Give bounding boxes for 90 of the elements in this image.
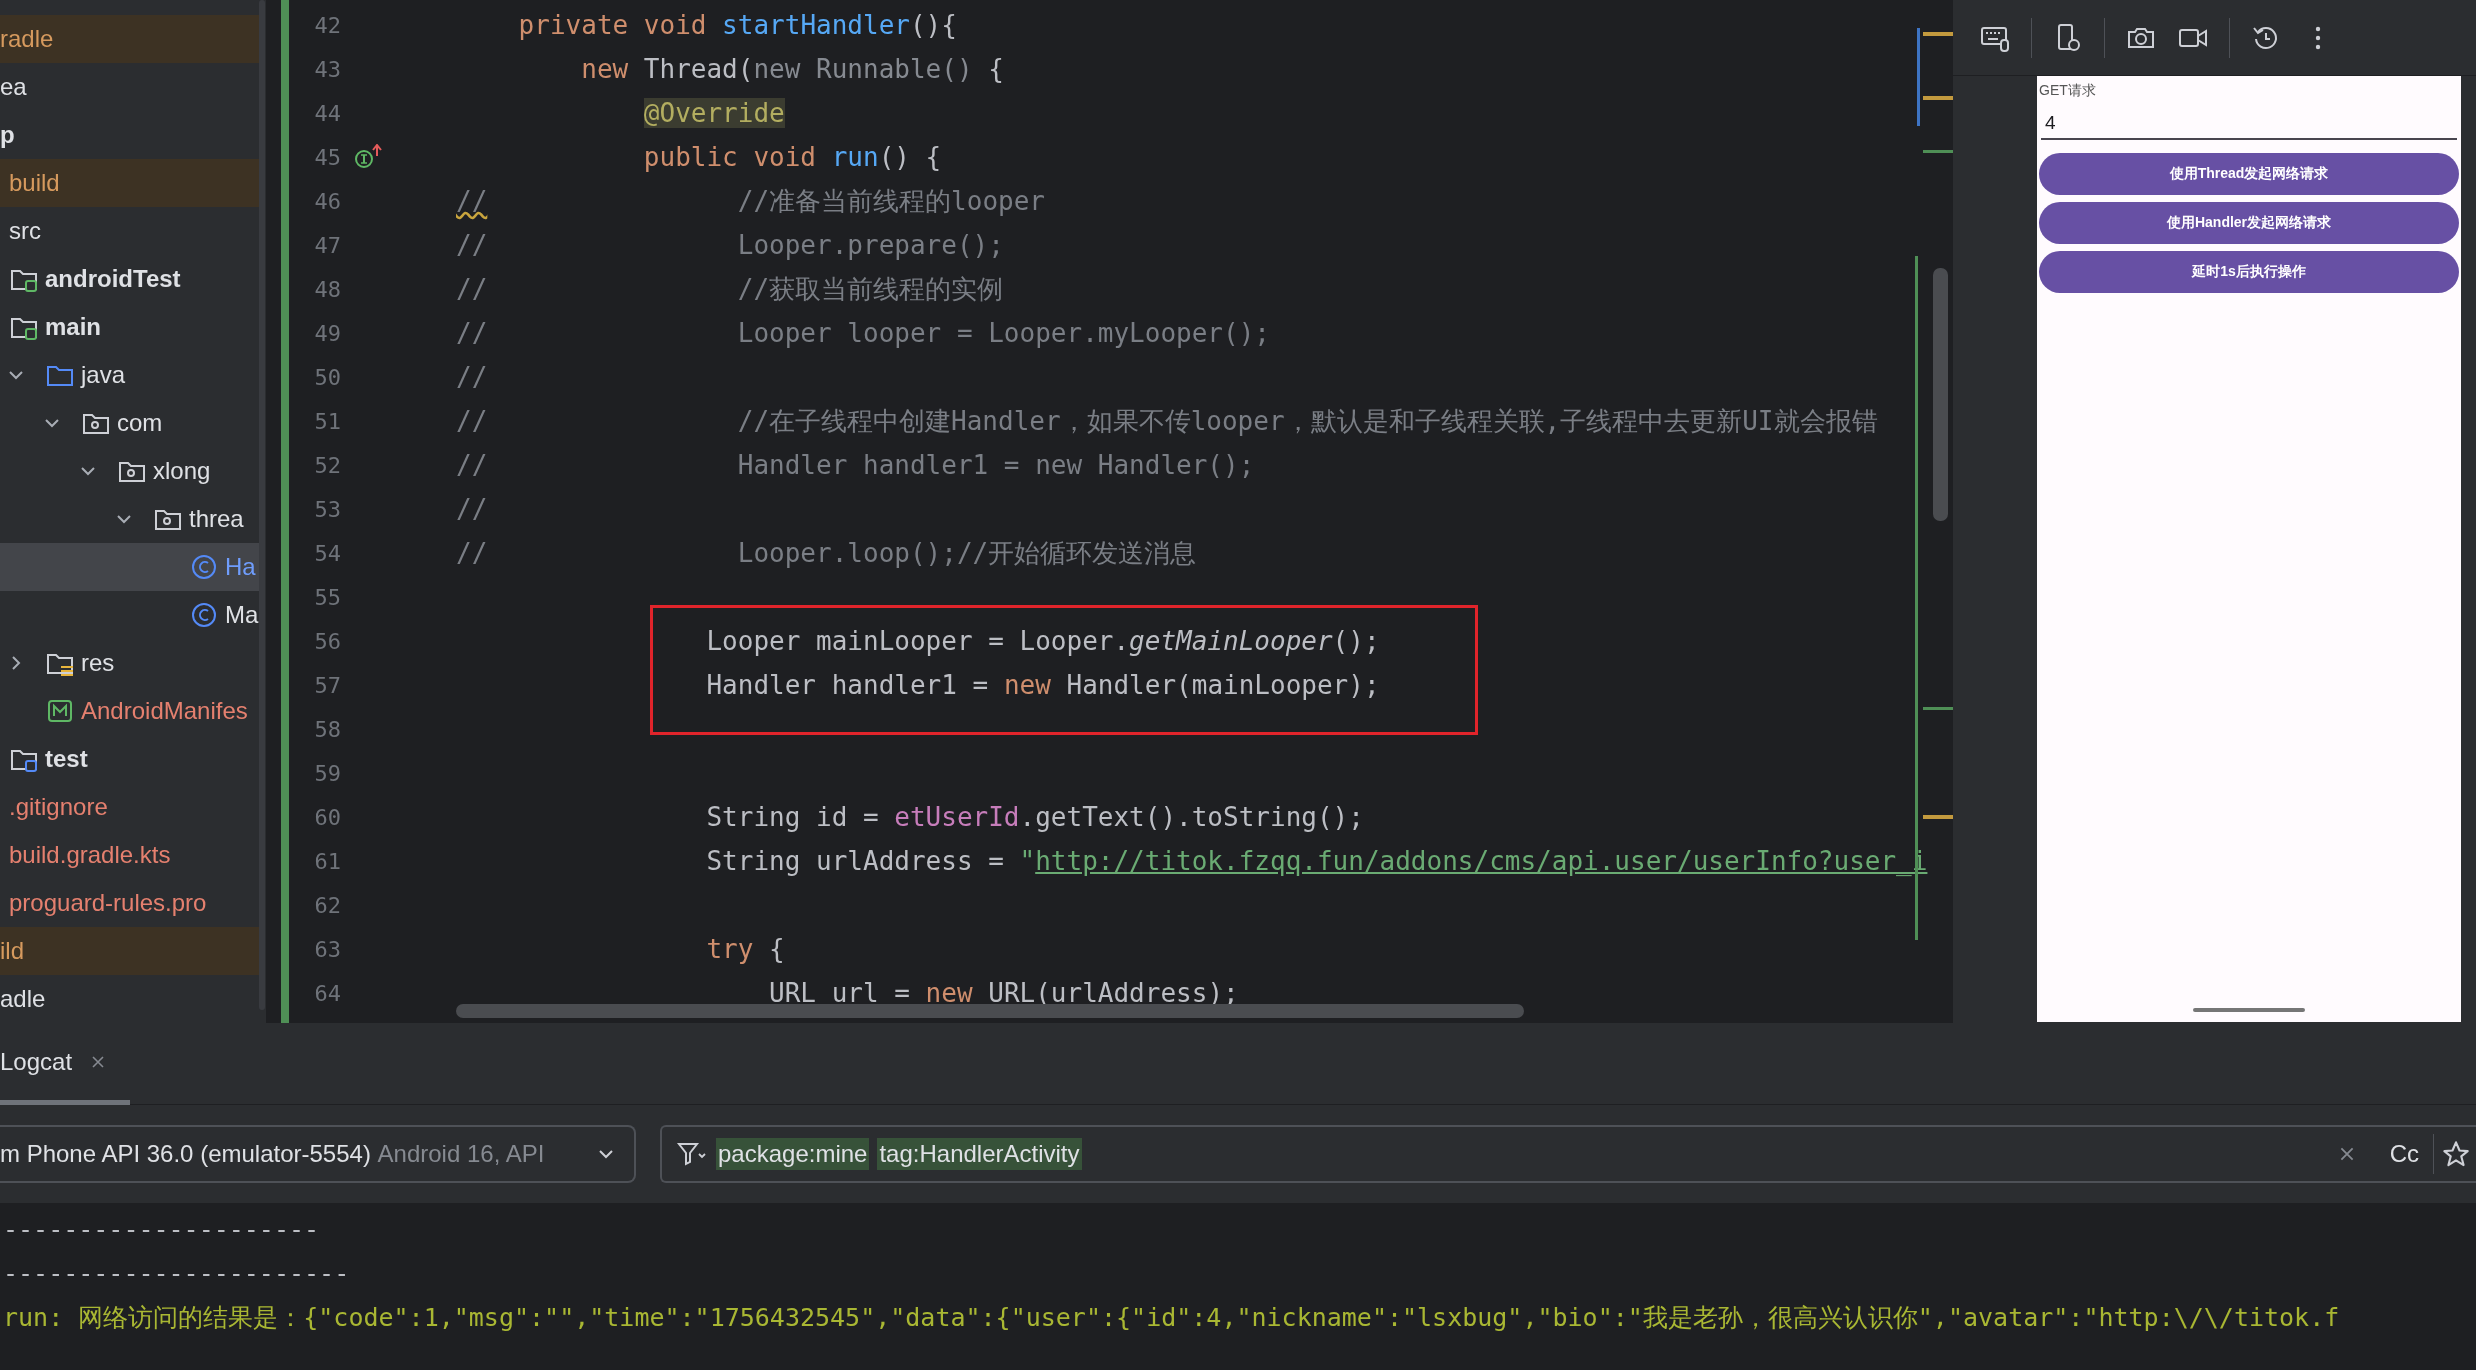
line-number: 61 <box>313 848 341 874</box>
code-line: private void startHandler(){ <box>517 10 957 40</box>
line-number: 56 <box>313 628 341 654</box>
line-number: 52 <box>313 452 341 478</box>
tree-item[interactable]: ild <box>0 927 260 975</box>
tree-item[interactable]: p <box>0 111 260 159</box>
star-icon[interactable] <box>2442 1140 2470 1168</box>
code-line: // //在子线程中创建Handler，如果不传looper，默认是和子线程关联,子线程中去更新UI就会报错 <box>456 404 1878 438</box>
code-line: // <box>456 362 488 392</box>
tree-item[interactable]: test <box>0 735 260 783</box>
line-number: 57 <box>313 672 341 698</box>
tree-item[interactable]: androidTest <box>0 255 260 303</box>
class-icon <box>190 601 218 629</box>
line-number: 59 <box>313 760 341 786</box>
line-number: 49 <box>313 320 341 346</box>
code-line: // Looper looper = Looper.myLooper(); <box>456 318 1270 348</box>
class-icon <box>190 553 218 581</box>
close-icon[interactable] <box>90 1053 107 1070</box>
tree-item[interactable]: .gitignore <box>0 783 260 831</box>
line-number: 62 <box>313 892 341 918</box>
warning-marker <box>1923 815 1953 819</box>
tree-item[interactable]: main <box>0 303 260 351</box>
line-number: 47 <box>313 232 341 258</box>
tree-item[interactable]: ea <box>0 63 260 111</box>
line-number: 46 <box>313 188 341 214</box>
code-line: public void run() { <box>642 142 942 172</box>
tree-item[interactable]: src <box>0 207 260 255</box>
tree-item[interactable]: Ma <box>0 591 260 639</box>
line-number: 63 <box>313 936 341 962</box>
code-line: try { <box>705 934 785 964</box>
implements-icon[interactable] <box>353 144 383 170</box>
scrollbar-thumb[interactable] <box>1933 268 1948 521</box>
tree-item[interactable]: build.gradle.kts <box>0 831 260 879</box>
code-line: // <box>456 494 488 524</box>
tree-item[interactable]: java <box>0 351 260 399</box>
line-number: 60 <box>313 804 341 830</box>
code-line: String id = etUserId.getText().toString(); <box>705 802 1364 832</box>
filter-token: tag:HandlerActivity <box>877 1138 1082 1170</box>
line-number: 64 <box>313 980 341 1006</box>
code-line: new Thread(new Runnable() { <box>580 54 1004 84</box>
app-button[interactable]: 使用Handler发起网络请求 <box>2039 202 2459 244</box>
filter-field[interactable]: package:mine tag:HandlerActivity Cc <box>660 1125 2476 1183</box>
line-number: 58 <box>313 716 341 742</box>
tree-item[interactable]: adle <box>0 975 260 1023</box>
line-number: 51 <box>313 408 341 434</box>
tree-item[interactable]: Ha <box>0 543 260 591</box>
warning-marker <box>1923 32 1953 36</box>
code-line: // Handler handler1 = new Handler(); <box>456 450 1255 480</box>
line-number: 48 <box>313 276 341 302</box>
code-line: Looper mainLooper = Looper.getMainLooper(); <box>705 626 1380 656</box>
app-button[interactable]: 使用Thread发起网络请求 <box>2039 153 2459 195</box>
change-marker <box>1923 707 1953 710</box>
app-title: GET请求 <box>2039 82 2097 100</box>
warning-marker <box>1923 96 1953 100</box>
scrollbar-thumb[interactable] <box>456 1004 1524 1018</box>
tree-item[interactable]: res <box>0 639 260 687</box>
tree-item[interactable]: AndroidManifes <box>0 687 260 735</box>
code-line: // Looper.loop();//开始循环发送消息 <box>456 536 1197 570</box>
tree-item[interactable]: build <box>0 159 260 207</box>
line-number: 50 <box>313 364 341 390</box>
filter-token: package:mine <box>716 1138 870 1170</box>
code-line: Handler handler1 = new Handler(mainLooper); <box>705 670 1380 700</box>
manifest-icon <box>46 697 74 725</box>
code-line: // Looper.prepare(); <box>456 230 1004 260</box>
change-marker <box>1923 150 1953 153</box>
log-line: --------------------- <box>2 1213 320 1246</box>
match-case-toggle[interactable]: Cc <box>2383 1139 2425 1169</box>
log-line: run: 网络访问的结果是：{"code":1,"msg":"","time":"1756432545","data":{"user":{"id":4,"nickname":"lsxbug","bio":"我是老孙，很高兴认识你","avatar":"http:\/\/titok.f <box>2 1301 2340 1334</box>
log-line: ----------------------- <box>2 1257 350 1290</box>
filter-icon[interactable] <box>676 1140 708 1168</box>
scrollbar-thumb[interactable] <box>259 0 265 1010</box>
tree-item[interactable]: com <box>0 399 260 447</box>
line-number: 53 <box>313 496 341 522</box>
line-number: 45 <box>313 144 341 170</box>
line-number: 55 <box>313 584 341 610</box>
code-line: // //准备当前线程的looper <box>456 184 1045 218</box>
tree-item[interactable]: xlong <box>0 447 260 495</box>
line-number: 54 <box>313 540 341 566</box>
line-number: 42 <box>313 12 341 38</box>
line-number: 43 <box>313 56 341 82</box>
code-line: URL url = new URL(urlAddress); <box>768 978 1239 1008</box>
line-number: 44 <box>313 100 341 126</box>
app-button[interactable]: 延时1s后执行操作 <box>2039 251 2459 293</box>
panel-tab[interactable]: Logcat <box>0 1023 131 1105</box>
tree-item[interactable]: threa <box>0 495 260 543</box>
device-dropdown[interactable]: m Phone API 36.0 (emulator-5554) Android 16, API <box>0 1125 636 1183</box>
code-line: // //获取当前线程的实例 <box>456 272 1004 306</box>
tree-item[interactable]: proguard-rules.pro <box>0 879 260 927</box>
tree-item[interactable]: radle <box>0 15 260 63</box>
input-field[interactable]: 4 <box>2041 108 2457 140</box>
